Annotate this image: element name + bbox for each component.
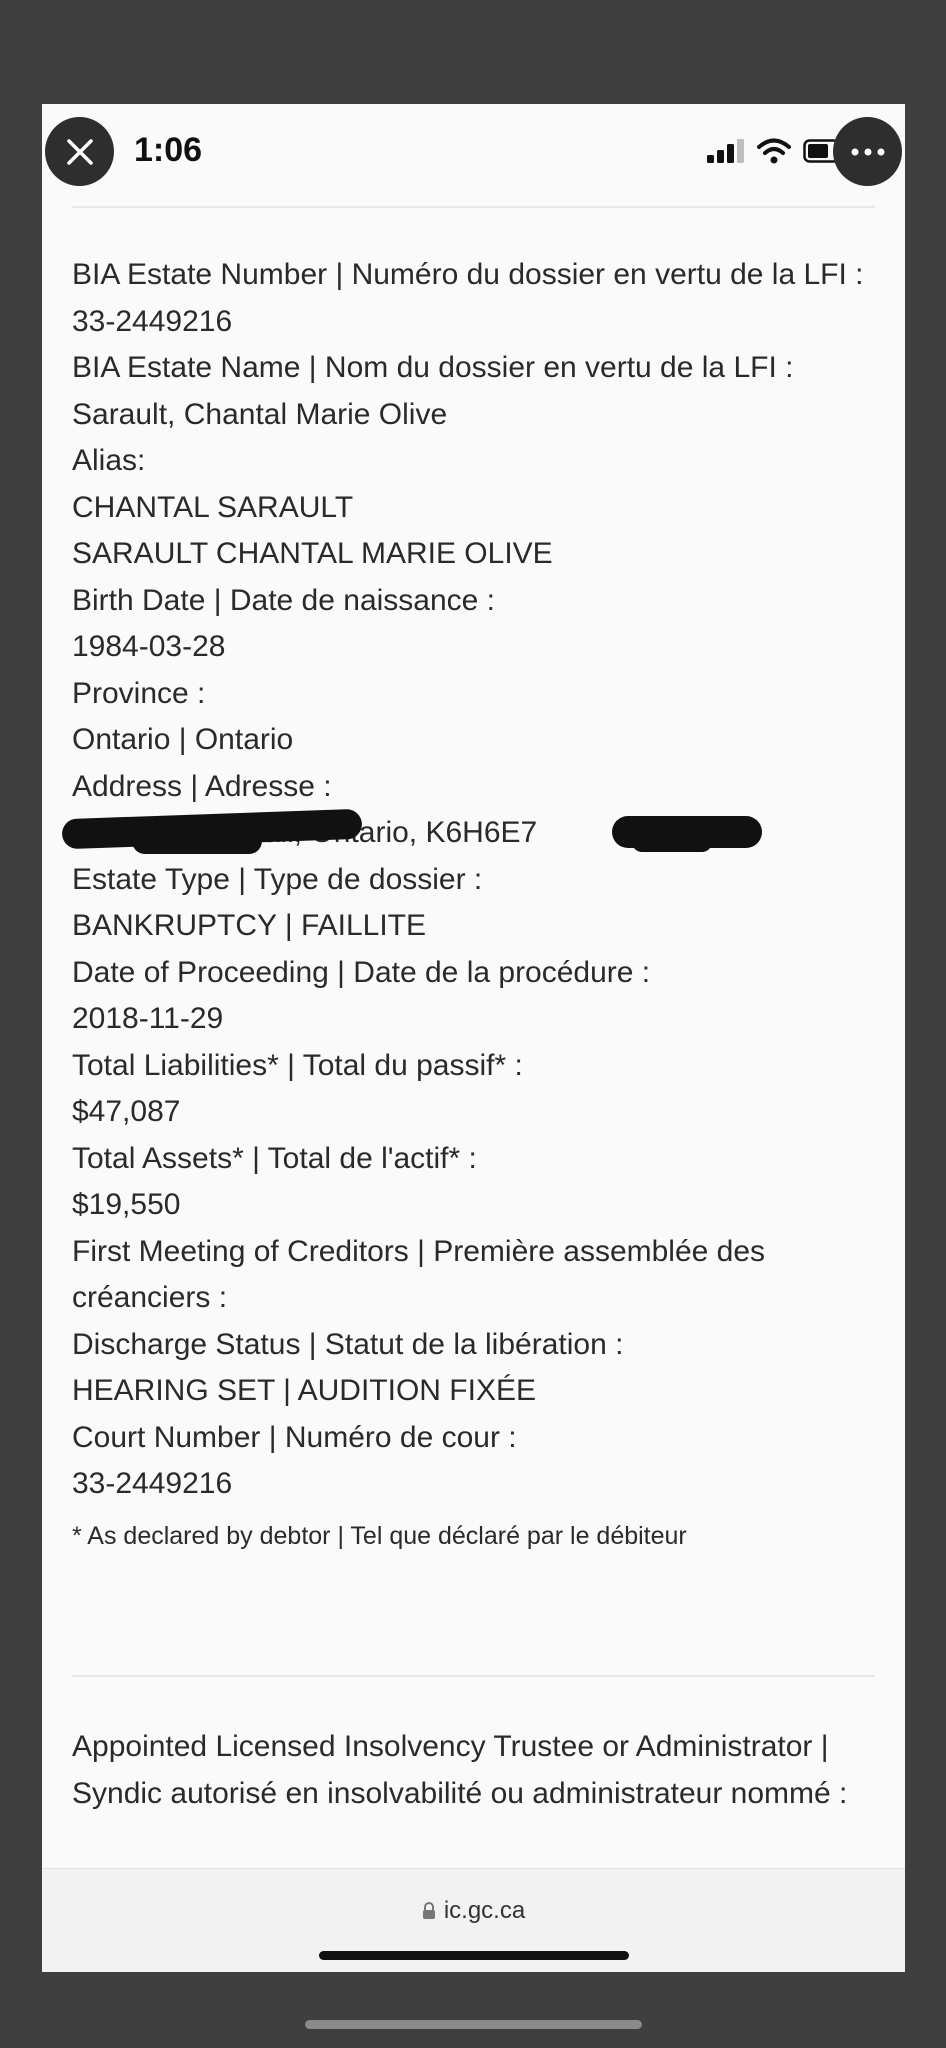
- close-icon: [66, 138, 93, 165]
- record-line-total-liabilities: $47,087: [72, 1095, 181, 1128]
- browser-view: 1:06 BIA Estate Number | Numéro du dossi…: [42, 104, 905, 1972]
- address-bar[interactable]: ic.gc.ca: [42, 1897, 905, 1925]
- record-line-total-assets: $19,550: [72, 1188, 181, 1221]
- record-line-estate-number: 33-2449216: [72, 304, 233, 338]
- browser-bottom-bar: ic.gc.ca: [42, 1868, 905, 1972]
- record-line-province: Ontario | Ontario: [72, 723, 294, 756]
- record-line-label-alias: Alias:: [72, 444, 146, 477]
- record-line-label-estate-number: BIA Estate Number | Numéro du dossier en…: [72, 258, 864, 291]
- close-button[interactable]: [45, 117, 114, 186]
- trustee-heading: Appointed Licensed Insolvency Trustee or…: [72, 1730, 848, 1810]
- status-time: 1:06: [134, 131, 203, 169]
- record-line-label-province: Province :: [72, 676, 206, 710]
- lock-icon: [422, 1902, 435, 1919]
- system-icons: [707, 138, 845, 164]
- url-text: ic.gc.ca: [443, 1897, 526, 1924]
- record-line-estate-name: Sarault, Chantal Marie Olive: [72, 397, 448, 431]
- more-options-button[interactable]: [833, 117, 902, 186]
- record-line-proceeding-date: 2018-11-29: [72, 1002, 224, 1035]
- footnote: * As declared by debtor | Tel que déclar…: [72, 1521, 687, 1550]
- redaction-mark: [132, 828, 262, 854]
- outer-home-indicator[interactable]: [305, 2020, 642, 2029]
- divider: [72, 206, 875, 208]
- record-line-label-birth-date: Birth Date | Date de naissance :: [72, 583, 496, 617]
- record-line-label-estate-name: BIA Estate Name | Nom du dossier en vert…: [72, 351, 794, 384]
- record-line-alias-1: CHANTAL SARAULT: [72, 490, 354, 524]
- record-line-label-estate-type: Estate Type | Type de dossier :: [72, 862, 483, 896]
- divider: [72, 1675, 875, 1677]
- more-icon: [851, 148, 884, 155]
- home-indicator[interactable]: [319, 1951, 629, 1960]
- address-row: 84 Ch , Cornwall, Ontario, K6H6E7: [61, 808, 882, 857]
- record-line-alias-2: SARAULT CHANTAL MARIE OLIVE: [72, 537, 553, 570]
- record-line-label-discharge-status: Discharge Status | Statut de la libérati…: [72, 1327, 624, 1361]
- record-line-label-total-assets: Total Assets* | Total de l'actif* :: [72, 1141, 477, 1175]
- cellular-signal-icon: [707, 139, 744, 163]
- record-line-label-total-liabilities: Total Liabilities* | Total du passif* :: [72, 1048, 523, 1082]
- record-line-birth-date: 1984-03-28: [72, 630, 226, 663]
- redaction-mark: [632, 832, 712, 852]
- wifi-icon: [757, 138, 791, 164]
- record-line-court-number: 33-2449216: [72, 1467, 233, 1500]
- record-line-label-address: Address | Adresse :: [72, 769, 332, 803]
- record-line-discharge-status: HEARING SET | AUDITION FIXÉE: [72, 1374, 536, 1407]
- record-line-label-court-number: Court Number | Numéro de cour :: [72, 1420, 517, 1454]
- record-line-label-proceeding-date: Date of Proceeding | Date de la procédur…: [72, 955, 651, 989]
- estate-record: BIA Estate Number | Numéro du dossier en…: [61, 252, 882, 1556]
- record-line-label-first-meeting: First Meeting of Creditors | Première as…: [72, 1234, 766, 1315]
- record-line-estate-type: BANKRUPTCY | FAILLITE: [72, 909, 427, 942]
- status-bar: 1:06: [42, 104, 905, 204]
